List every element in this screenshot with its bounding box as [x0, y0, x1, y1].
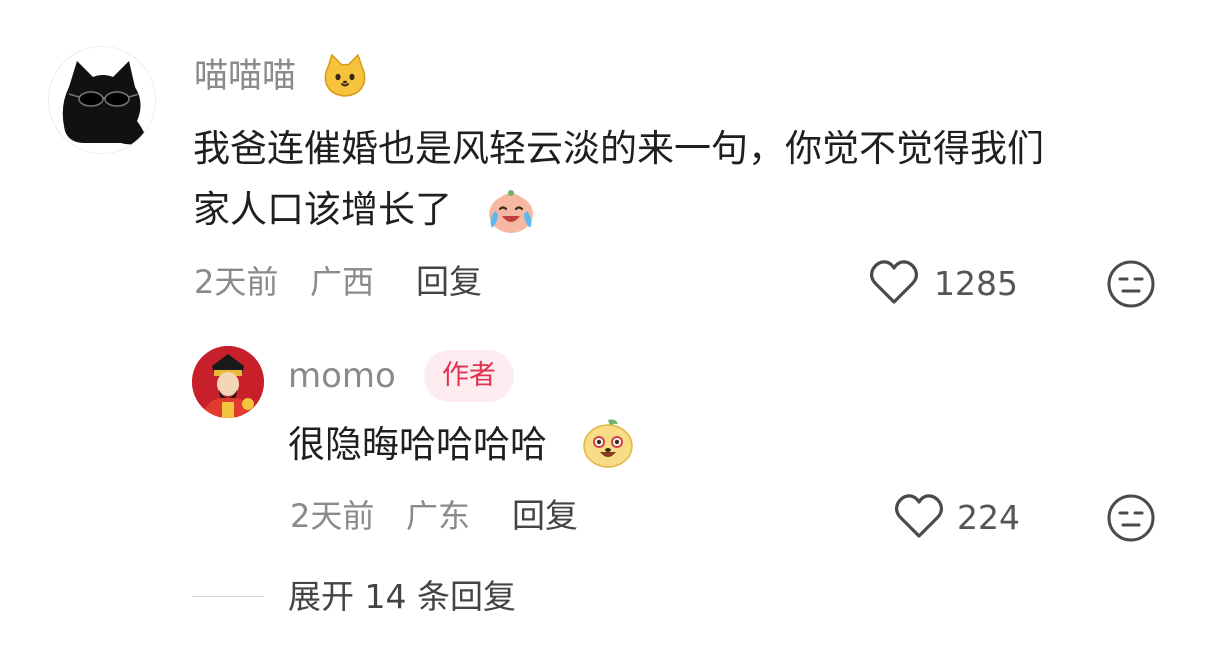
expand-replies-button[interactable]: 展开 14 条回复 [288, 577, 516, 617]
reply-location: 广东 [406, 497, 471, 535]
reply-username-text: momo [288, 356, 396, 396]
reply-like-count: 224 [957, 498, 1020, 537]
avatar-reply[interactable] [192, 346, 264, 418]
comment-like-button[interactable] [868, 258, 920, 308]
comment-reply-button[interactable]: 回复 [416, 262, 482, 302]
god-of-wealth-avatar-icon [192, 346, 264, 418]
heart-icon [894, 494, 944, 538]
comment-like-count: 1285 [934, 264, 1018, 303]
comment-username[interactable]: 喵喵喵 [194, 56, 296, 96]
grinning-sticker-emoji-icon [580, 414, 636, 470]
comment-time: 2天前 [194, 263, 279, 301]
black-cat-avatar-icon [49, 47, 155, 153]
comment-username-text: 喵喵喵 [194, 56, 296, 96]
comment-text-line2: 家人口该增长了 [193, 188, 452, 231]
heart-icon [869, 260, 919, 304]
reply-time: 2天前 [290, 497, 375, 535]
comment-dislike-button[interactable] [1106, 259, 1156, 309]
reply-reply-button[interactable]: 回复 [512, 496, 578, 536]
expand-divider [192, 596, 264, 597]
reply-dislike-button[interactable] [1106, 493, 1156, 543]
avatar-main[interactable] [48, 46, 156, 154]
unamused-face-icon [1107, 494, 1155, 542]
laughing-crying-emoji-icon [484, 184, 538, 238]
cat-face-emoji-icon [322, 53, 368, 99]
comment-text-line1: 我爸连催婚也是风轻云淡的来一句，你觉不觉得我们 [193, 127, 1044, 170]
author-badge: 作者 [424, 350, 514, 402]
reply-like-button[interactable] [893, 492, 945, 542]
reply-username[interactable]: momo [288, 356, 396, 396]
reply-text: 很隐晦哈哈哈哈 [288, 423, 547, 466]
unamused-face-icon [1107, 260, 1155, 308]
comment-location: 广西 [310, 263, 375, 301]
